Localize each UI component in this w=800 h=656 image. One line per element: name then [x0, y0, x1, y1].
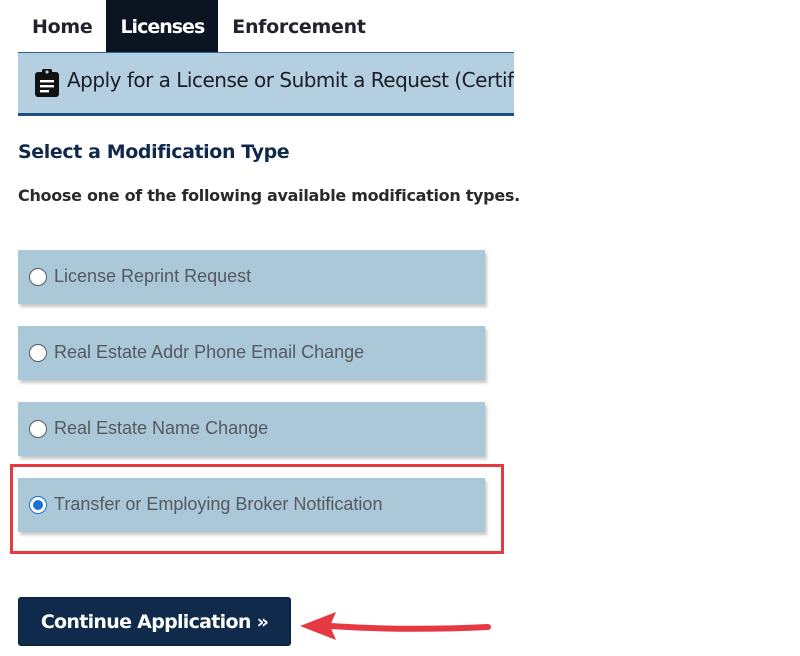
- option-label: Real Estate Name Change: [54, 418, 269, 438]
- main-nav: Home Licenses Enforcement: [18, 0, 380, 52]
- radio-button-selected[interactable]: [29, 496, 47, 514]
- radio-button[interactable]: [29, 420, 47, 438]
- banner-title: Apply for a License or Submit a Request …: [67, 68, 514, 92]
- radio-button[interactable]: [29, 268, 47, 286]
- tab-enforcement[interactable]: Enforcement: [218, 0, 379, 52]
- option-label: Transfer or Employing Broker Notificatio…: [54, 494, 383, 514]
- radio-button[interactable]: [29, 344, 47, 362]
- tab-home[interactable]: Home: [18, 0, 106, 52]
- page-banner: Apply for a License or Submit a Request …: [18, 52, 514, 116]
- continue-application-button[interactable]: Continue Application »: [18, 597, 291, 646]
- clipboard-icon: [35, 69, 59, 97]
- option-name-change[interactable]: Real Estate Name Change: [18, 402, 485, 456]
- tab-licenses[interactable]: Licenses: [106, 0, 219, 52]
- option-license-reprint[interactable]: License Reprint Request: [18, 250, 485, 304]
- instruction-text: Choose one of the following available mo…: [18, 186, 520, 205]
- option-label: Real Estate Addr Phone Email Change: [54, 342, 365, 362]
- arrow-left-icon: [300, 612, 491, 640]
- page-title: Select a Modification Type: [18, 141, 290, 163]
- option-addr-phone-email-change[interactable]: Real Estate Addr Phone Email Change: [18, 326, 485, 380]
- option-label: License Reprint Request: [54, 266, 252, 286]
- option-transfer-broker-notification[interactable]: Transfer or Employing Broker Notificatio…: [18, 478, 485, 532]
